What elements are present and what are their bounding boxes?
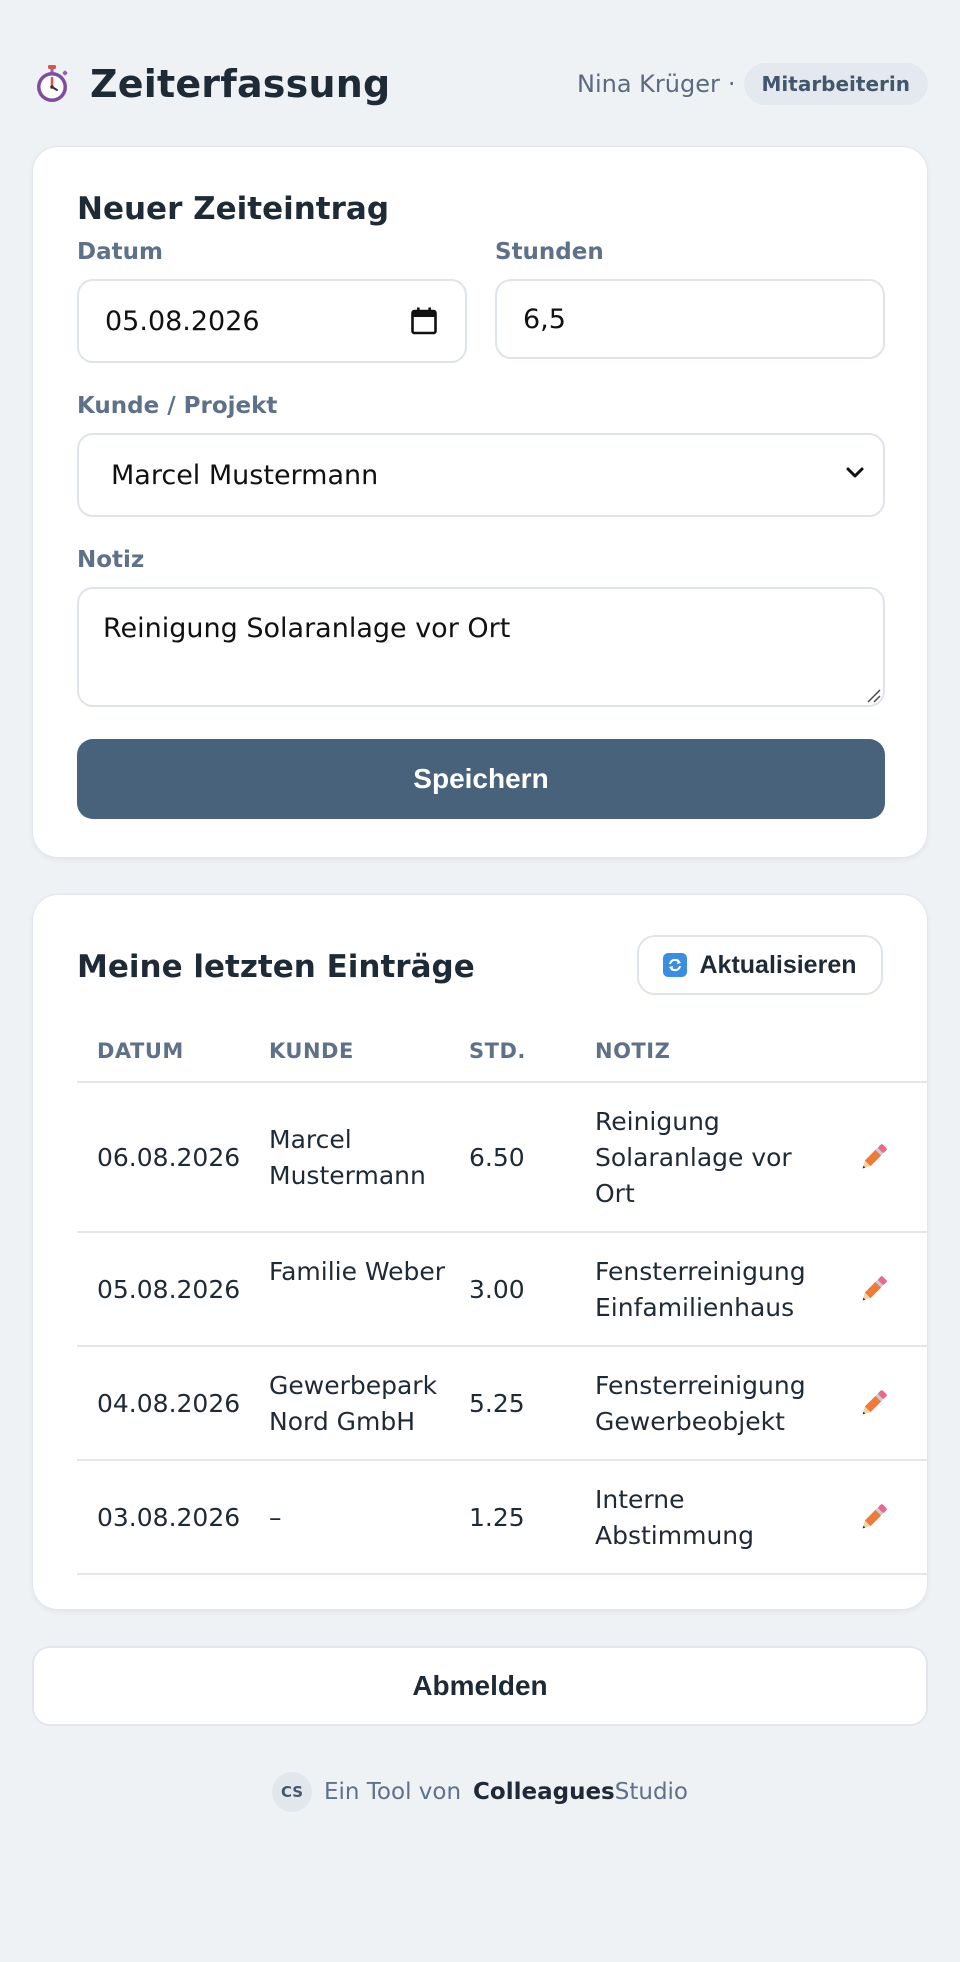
row-customer: Gewerbepark Nord GmbH xyxy=(269,1371,438,1436)
page-title: Zeiterfassung xyxy=(90,62,391,106)
footer-brand-rest: Studio xyxy=(614,1779,689,1805)
customer-label: Kunde / Projekt xyxy=(77,393,278,419)
footer-brand-bold: Colleagues xyxy=(473,1779,615,1805)
page: Zeiterfassung Nina Krüger · Mitarbeiteri… xyxy=(0,0,960,1962)
column-header-hours: STD. xyxy=(469,1039,526,1063)
date-input[interactable]: 05.08.2026 xyxy=(77,279,467,363)
app-header: Zeiterfassung Nina Krüger · Mitarbeiteri… xyxy=(32,56,928,112)
date-label: Datum xyxy=(77,239,163,265)
entries-title: Meine letzten Einträge xyxy=(77,949,475,985)
row-note: Interne Abstimmung xyxy=(595,1485,755,1550)
row-date: 05.08.2026 xyxy=(97,1275,241,1304)
row-hours: 1.25 xyxy=(469,1503,525,1532)
logout-button[interactable]: Abmelden xyxy=(32,1646,928,1726)
note-textarea[interactable]: Reinigung Solaranlage vor Ort xyxy=(77,587,885,707)
row-hours: 3.00 xyxy=(469,1275,525,1304)
refresh-label: Aktualisieren xyxy=(699,950,857,979)
table-row: 03.08.2026 – 1.25 Interne Abstimmung xyxy=(77,1461,928,1575)
row-note: Reinigung Solaranlage vor Ort xyxy=(595,1107,792,1208)
row-note: Fensterreinigung Gewerbeobjekt xyxy=(595,1371,806,1436)
row-customer: Marcel Mustermann xyxy=(269,1125,426,1190)
note-value: Reinigung Solaranlage vor Ort xyxy=(103,613,511,644)
column-header-note: NOTIZ xyxy=(595,1039,671,1063)
row-customer: Familie Weber xyxy=(269,1257,446,1286)
refresh-icon xyxy=(663,953,688,977)
row-date: 06.08.2026 xyxy=(97,1143,241,1172)
footer-brand: ColleaguesStudio xyxy=(473,1779,688,1805)
trash-icon[interactable] xyxy=(927,1500,928,1534)
column-header-customer: KUNDE xyxy=(269,1039,354,1063)
table-header: DATUM KUNDE STD. NOTIZ xyxy=(77,1027,927,1083)
user-name: Nina Krüger xyxy=(577,70,720,98)
table-row: 04.08.2026 Gewerbepark Nord GmbH 5.25 Fe… xyxy=(77,1347,928,1461)
new-entry-card: Neuer Zeiteintrag Datum 05.08.2026 Stund… xyxy=(32,146,928,858)
footer: CS Ein Tool von ColleaguesStudio xyxy=(0,1770,960,1814)
hours-input[interactable]: 6,5 xyxy=(495,279,885,359)
row-hours: 6.50 xyxy=(469,1143,525,1172)
calendar-icon[interactable] xyxy=(411,307,437,335)
table-row: 05.08.2026 Familie Weber 3.00 Fensterrei… xyxy=(77,1233,928,1347)
trash-icon[interactable] xyxy=(927,1386,928,1420)
brand-badge: CS xyxy=(271,1772,312,1812)
form-title: Neuer Zeiteintrag xyxy=(77,191,390,227)
customer-select[interactable]: Marcel Mustermann xyxy=(77,433,885,517)
row-date: 03.08.2026 xyxy=(97,1503,241,1532)
row-hours: 5.25 xyxy=(469,1389,525,1418)
note-label: Notiz xyxy=(77,547,145,573)
user-info: Nina Krüger · Mitarbeiterin xyxy=(577,63,928,105)
stopwatch-icon xyxy=(37,65,68,102)
customer-selected-value: Marcel Mustermann xyxy=(111,459,379,491)
edit-icon[interactable] xyxy=(857,1140,891,1174)
row-note: Fensterreinigung Einfamilienhaus xyxy=(595,1257,806,1322)
user-separator: · xyxy=(727,70,736,98)
recent-entries-card: Meine letzten Einträge Aktualisieren DAT… xyxy=(32,894,928,1610)
chevron-down-icon xyxy=(846,467,864,478)
edit-icon[interactable] xyxy=(857,1386,891,1420)
date-value: 05.08.2026 xyxy=(105,305,260,337)
table-row: 06.08.2026 Marcel Mustermann 6.50 Reinig… xyxy=(77,1083,928,1233)
row-date: 04.08.2026 xyxy=(97,1389,241,1418)
save-button[interactable]: Speichern xyxy=(77,739,885,819)
footer-prefix: Ein Tool von xyxy=(323,1779,462,1805)
role-badge: Mitarbeiterin xyxy=(743,63,928,105)
trash-icon[interactable] xyxy=(927,1140,928,1174)
refresh-button[interactable]: Aktualisieren xyxy=(637,935,883,995)
resize-grip-icon[interactable] xyxy=(865,687,881,703)
column-header-date: DATUM xyxy=(97,1039,184,1063)
hours-value: 6,5 xyxy=(523,303,566,335)
edit-icon[interactable] xyxy=(857,1500,891,1534)
row-customer: – xyxy=(269,1503,282,1532)
edit-icon[interactable] xyxy=(857,1272,891,1306)
brand: Zeiterfassung xyxy=(32,62,390,106)
hours-label: Stunden xyxy=(495,239,604,265)
trash-icon[interactable] xyxy=(927,1272,928,1306)
